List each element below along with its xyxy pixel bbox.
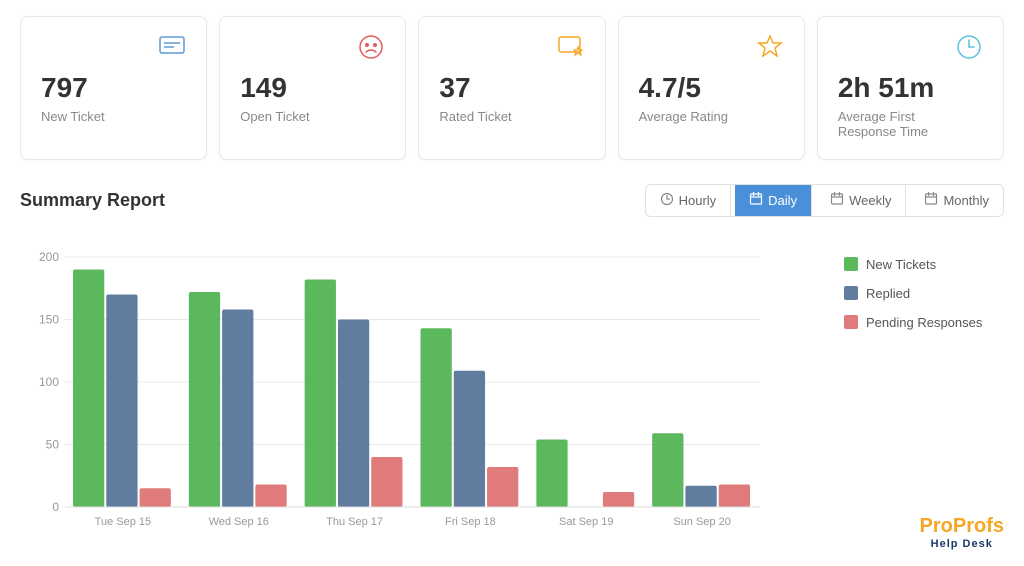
- stat-value-open-ticket: 149: [240, 71, 287, 105]
- brand-logo: ProProfs: [920, 515, 1004, 538]
- brand-profs-text: Profs: [953, 515, 1004, 537]
- chart-container: 0 50 100 150 200 Tue Sep 15 Wed Sep 16 Thu Sep …: [20, 237, 1004, 550]
- svg-text:Fri Sep 18: Fri Sep 18: [445, 516, 496, 528]
- stat-card-response-time: 2h 51m Average FirstResponse Time: [817, 16, 1004, 160]
- svg-text:150: 150: [39, 312, 59, 326]
- stat-card-new-ticket: 797 New Ticket: [20, 16, 207, 160]
- stat-icon-average-rating: [756, 33, 784, 67]
- legend-item-replied: Replied: [844, 286, 1004, 301]
- legend-color-replied: [844, 286, 858, 300]
- tab-weekly[interactable]: Weekly: [816, 185, 906, 216]
- svg-text:Tue Sep 15: Tue Sep 15: [95, 516, 151, 528]
- tab-icon-weekly: [830, 192, 844, 209]
- tab-label-hourly: Hourly: [679, 193, 717, 208]
- tab-label-weekly: Weekly: [849, 193, 891, 208]
- tab-icon-daily: [749, 192, 763, 209]
- legend-label-pending: Pending Responses: [866, 315, 982, 330]
- brand-pro-text: Pro: [920, 515, 953, 537]
- svg-text:0: 0: [52, 500, 59, 514]
- legend-item-newTickets: New Tickets: [844, 257, 1004, 272]
- svg-text:200: 200: [39, 250, 59, 264]
- tab-hourly[interactable]: Hourly: [646, 185, 732, 216]
- tab-monthly[interactable]: Monthly: [910, 185, 1003, 216]
- chart-legend: New Tickets Replied Pending Responses: [844, 237, 1004, 330]
- svg-text:Wed Sep 16: Wed Sep 16: [209, 516, 269, 528]
- stat-label-response-time: Average FirstResponse Time: [838, 109, 928, 139]
- tab-icon-hourly: [660, 192, 674, 209]
- branding: ProProfs Help Desk: [920, 515, 1004, 550]
- stat-icon-response-time: [955, 33, 983, 67]
- report-section: Summary Report HourlyDailyWeeklyMonthly …: [20, 184, 1004, 550]
- legend-label-replied: Replied: [866, 286, 910, 301]
- chart-svg-wrapper: 0 50 100 150 200 Tue Sep 15 Wed Sep 16 Thu Sep …: [20, 237, 824, 550]
- stat-card-open-ticket: 149 Open Ticket: [219, 16, 406, 160]
- svg-text:Sun Sep 20: Sun Sep 20: [673, 516, 731, 528]
- stat-icon-open-ticket: [357, 33, 385, 67]
- svg-text:50: 50: [46, 437, 60, 451]
- stats-row: 797 New Ticket 149 Open Ticket 37 Rated …: [20, 16, 1004, 160]
- report-header: Summary Report Hourly Daily Weekly Monthly: [20, 184, 1004, 217]
- tab-label-monthly: Monthly: [943, 193, 989, 208]
- stat-card-rated-ticket: 37 Rated Ticket: [418, 16, 605, 160]
- svg-text:Sat Sep 19: Sat Sep 19: [559, 516, 613, 528]
- stat-label-average-rating: Average Rating: [639, 109, 728, 124]
- legend-color-pending: [844, 315, 858, 329]
- stat-value-new-ticket: 797: [41, 71, 88, 105]
- tab-label-daily: Daily: [768, 193, 797, 208]
- legend-item-pending: Pending Responses: [844, 315, 1004, 330]
- stat-value-average-rating: 4.7/5: [639, 71, 701, 105]
- stat-label-new-ticket: New Ticket: [41, 109, 105, 124]
- stat-label-open-ticket: Open Ticket: [240, 109, 309, 124]
- svg-text:100: 100: [39, 375, 59, 389]
- report-title: Summary Report: [20, 190, 165, 211]
- stat-card-average-rating: 4.7/5 Average Rating: [618, 16, 805, 160]
- svg-text:Thu Sep 17: Thu Sep 17: [326, 516, 383, 528]
- brand-subtitle: Help Desk: [920, 538, 1004, 550]
- chart-area: 0 50 100 150 200 Tue Sep 15 Wed Sep 16 Thu Sep …: [20, 237, 824, 550]
- stat-icon-new-ticket: [158, 33, 186, 67]
- tab-icon-monthly: [924, 192, 938, 209]
- tab-daily[interactable]: Daily: [735, 185, 812, 216]
- page: 797 New Ticket 149 Open Ticket 37 Rated …: [0, 0, 1024, 566]
- stat-label-rated-ticket: Rated Ticket: [439, 109, 511, 124]
- period-tabs: Hourly Daily Weekly Monthly: [645, 184, 1004, 217]
- stat-icon-rated-ticket: [557, 33, 585, 67]
- stat-value-rated-ticket: 37: [439, 71, 470, 105]
- stat-value-response-time: 2h 51m: [838, 71, 935, 105]
- legend-label-newTickets: New Tickets: [866, 257, 936, 272]
- legend-color-newTickets: [844, 257, 858, 271]
